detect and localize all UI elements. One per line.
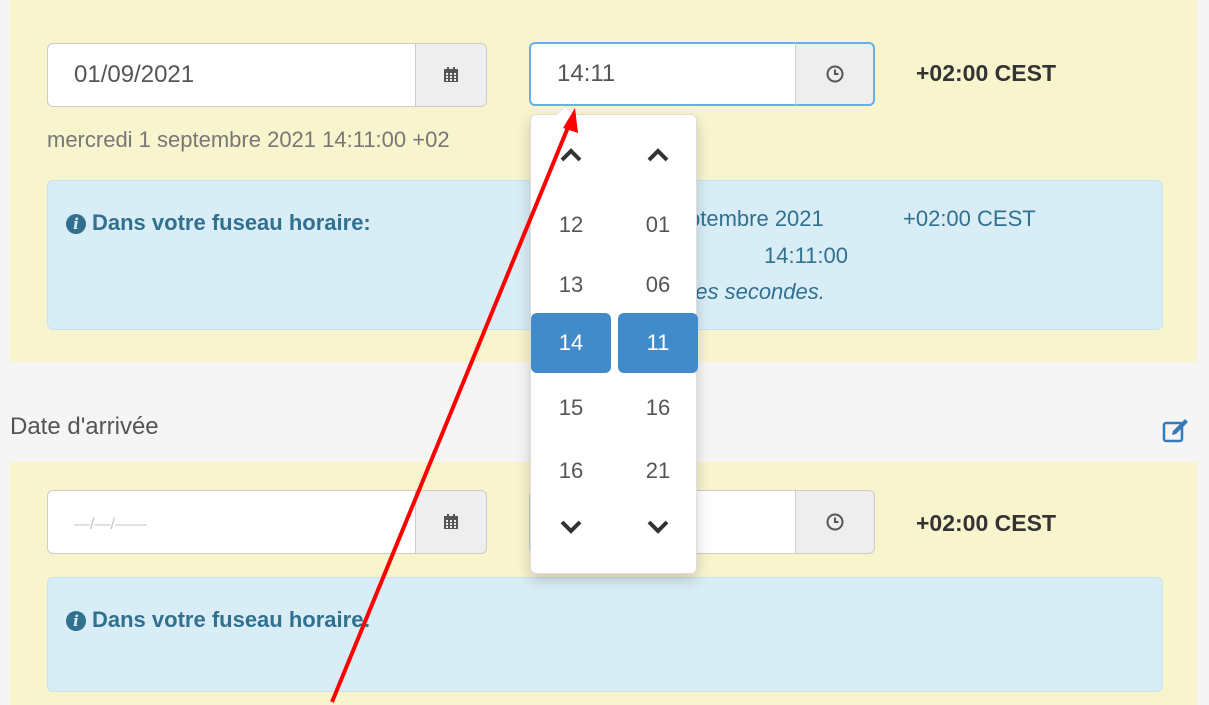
arrival-info-box: i Dans votre fuseau horaire: — [47, 577, 1163, 692]
minutes-column: 01 06 11 16 21 — [618, 115, 698, 575]
arrival-calendar-button[interactable] — [415, 490, 487, 554]
hour-option-selected[interactable]: 14 — [531, 313, 611, 373]
departure-date-input[interactable] — [47, 43, 415, 107]
minute-option-selected[interactable]: 11 — [618, 313, 698, 373]
hours-column: 12 13 14 15 16 — [531, 115, 611, 575]
chevron-up-icon — [647, 148, 669, 162]
minute-option[interactable]: 21 — [618, 441, 698, 501]
clock-icon — [826, 513, 844, 531]
departure-date-group — [47, 43, 487, 107]
departure-info-date: ptembre 2021 — [688, 206, 824, 231]
arrival-timezone: +02:00 CEST — [916, 510, 1056, 536]
arrival-date-input[interactable] — [47, 490, 415, 554]
info-icon: i — [66, 611, 86, 631]
departure-time-group — [529, 42, 875, 106]
departure-info-time: 14:11:00 — [764, 243, 849, 268]
minute-option[interactable]: 16 — [618, 378, 698, 438]
chevron-up-icon — [560, 148, 582, 162]
departure-info-relative: ues secondes. — [683, 279, 825, 304]
minute-option[interactable]: 06 — [618, 255, 698, 315]
departure-info-title: i Dans votre fuseau horaire: — [66, 204, 396, 242]
departure-clock-button[interactable] — [795, 42, 875, 106]
arrival-info-title: i Dans votre fuseau horaire: — [66, 601, 396, 639]
departure-timezone: +02:00 CEST — [916, 60, 1056, 86]
departure-time-input[interactable] — [529, 42, 795, 106]
time-picker-dropdown: 12 13 14 15 16 01 06 11 16 21 — [530, 106, 698, 575]
departure-calendar-button[interactable] — [415, 43, 487, 107]
minute-option[interactable]: 01 — [618, 195, 698, 255]
hours-decrement-button[interactable] — [531, 507, 611, 547]
chevron-down-icon — [560, 520, 582, 534]
minutes-decrement-button[interactable] — [618, 507, 698, 547]
arrival-label: Date d'arrivée — [10, 413, 159, 440]
departure-info-timezone: +02:00 CEST — [903, 206, 1036, 231]
hour-option[interactable]: 15 — [531, 378, 611, 438]
clock-icon — [826, 65, 843, 83]
calendar-icon — [444, 514, 458, 529]
chevron-down-icon — [647, 520, 669, 534]
edit-icon[interactable] — [1162, 418, 1190, 444]
arrival-clock-button[interactable] — [795, 490, 875, 554]
arrival-date-group — [47, 490, 487, 554]
minutes-increment-button[interactable] — [618, 135, 698, 175]
hour-option[interactable]: 13 — [531, 255, 611, 315]
hour-option[interactable]: 12 — [531, 195, 611, 255]
hour-option[interactable]: 16 — [531, 441, 611, 501]
departure-full-date: mercredi 1 septembre 2021 14:11:00 +02 — [47, 127, 450, 152]
calendar-icon — [444, 67, 458, 82]
hours-increment-button[interactable] — [531, 135, 611, 175]
info-icon: i — [66, 214, 86, 234]
